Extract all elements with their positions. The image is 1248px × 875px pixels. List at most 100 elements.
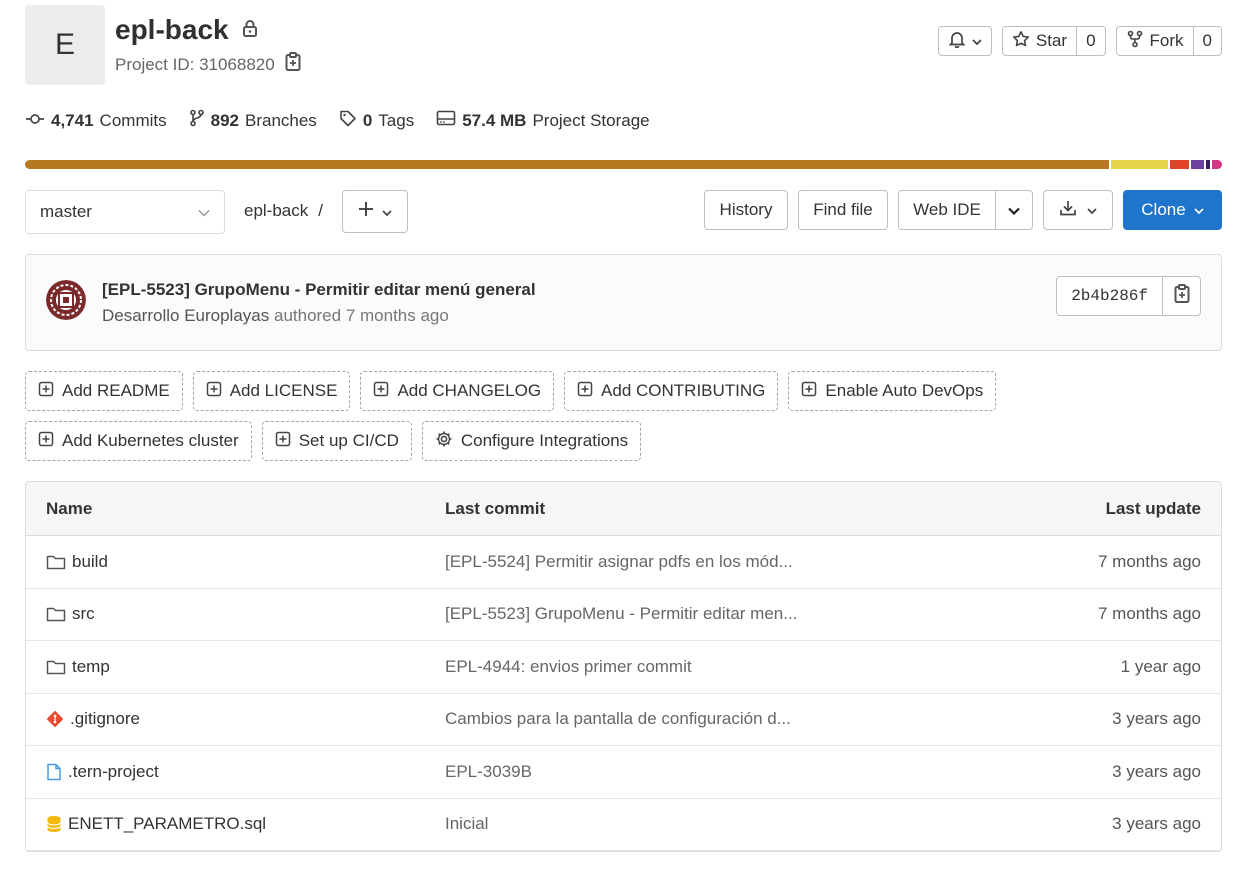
file-last-commit[interactable]: Cambios para la pantalla de configuració… [445,709,991,729]
storage-icon [436,110,456,131]
plus-square-icon [373,381,389,402]
commit-authored-time: authored 7 months ago [273,306,449,325]
project-avatar: E [25,5,105,85]
commit-author[interactable]: Desarrollo Europlayas [102,306,269,325]
branch-dropdown[interactable]: master [25,190,225,234]
action-button[interactable]: Configure Integrations [421,421,642,461]
language-segment[interactable] [1110,160,1168,169]
language-segment[interactable] [1169,160,1189,169]
project-id: Project ID: 31068820 [115,52,301,77]
clone-button[interactable]: Clone [1123,190,1222,230]
file-last-update: 7 months ago [1097,604,1201,624]
storage-stat[interactable]: 57.4 MB Project Storage [436,109,650,132]
file-name[interactable]: .gitignore [70,709,140,729]
star-button[interactable]: Star 0 [1001,26,1106,56]
web-ide-button[interactable]: Web IDE [898,190,1033,230]
plus-square-icon [577,381,593,402]
file-last-update: 3 years ago [1112,709,1201,729]
history-button[interactable]: History [704,190,788,230]
add-to-tree-button[interactable] [342,190,408,233]
file-last-commit[interactable]: [EPL-5523] GrupoMenu - Permitir editar m… [445,604,991,624]
star-count[interactable]: 0 [1076,27,1104,55]
file-name[interactable]: src [72,604,95,624]
file-name[interactable]: ENETT_PARAMETRO.sql [68,814,266,834]
language-segment[interactable] [1212,160,1222,169]
chevron-down-icon [1194,200,1204,220]
commits-stat[interactable]: 4,741 Commits [25,109,167,132]
folder-icon [46,659,66,675]
action-button[interactable]: Enable Auto DevOps [788,371,997,411]
file-tree-table: Name Last commit Last update build [EPL-5… [25,481,1222,852]
file-name-cell[interactable]: .gitignore [26,709,445,729]
chevron-down-icon [972,31,982,51]
git-icon [46,710,64,728]
web-ide-dropdown-toggle[interactable] [995,191,1032,229]
branch-icon [189,109,205,132]
language-segment[interactable] [1190,160,1204,169]
table-row[interactable]: .tern-project EPL-3039B 3 years ago [26,746,1221,799]
tags-stat[interactable]: 0 Tags [339,109,414,132]
plus-square-icon [38,381,54,402]
download-button[interactable] [1043,190,1113,230]
commit-sha[interactable]: 2b4b286f [1057,277,1162,315]
file-name[interactable]: build [72,552,108,572]
action-button[interactable]: Add LICENSE [192,371,351,411]
settings-icon [435,430,453,453]
breadcrumb-separator: / [318,201,323,220]
file-last-commit[interactable]: Inicial [445,814,991,834]
language-segment[interactable] [25,160,1109,169]
plus-square-icon [206,381,222,402]
table-row[interactable]: build [EPL-5524] Permitir asignar pdfs en… [26,536,1221,589]
table-row[interactable]: .gitignore Cambios para la pantalla de co… [26,694,1221,746]
file-name-cell[interactable]: ENETT_PARAMETRO.sql [26,814,445,834]
commit-title[interactable]: [EPL-5523] GrupoMenu - Permitir editar m… [102,280,536,300]
last-commit-panel: [EPL-5523] GrupoMenu - Permitir editar m… [25,254,1222,351]
file-name[interactable]: temp [72,657,110,677]
fork-count[interactable]: 0 [1192,27,1221,55]
breadcrumb-repo[interactable]: epl-back [244,201,308,221]
fork-button[interactable]: Fork 0 [1115,26,1222,56]
file-last-commit[interactable]: EPL-4944: envios primer commit [445,657,991,677]
copy-sha-button[interactable] [1162,277,1200,315]
chevron-down-icon [198,202,210,222]
action-button[interactable]: Add CHANGELOG [360,371,555,411]
repository-languages-bar[interactable] [25,160,1222,169]
action-button[interactable]: Add Kubernetes cluster [25,421,252,461]
folder-icon [46,606,66,622]
language-segment[interactable] [1205,160,1211,169]
tag-icon [339,109,357,132]
notifications-button[interactable] [937,26,992,56]
plus-square-icon [38,431,54,452]
file-last-update: 3 years ago [1112,814,1201,834]
action-button[interactable]: Add README [25,371,183,411]
plus-square-icon [801,381,817,402]
download-icon [1059,199,1077,222]
table-row[interactable]: temp EPL-4944: envios primer commit 1 year… [26,641,1221,694]
find-file-button[interactable]: Find file [798,190,888,230]
file-last-commit[interactable]: [EPL-5524] Permitir asignar pdfs en los … [445,552,991,572]
table-row[interactable]: src [EPL-5523] GrupoMenu - Permitir edita… [26,589,1221,641]
repository-actions: Add README Add LICENSE Add CHANGELOG Add CO… [25,371,1025,461]
file-name-cell[interactable]: temp [26,657,445,677]
author-avatar[interactable] [46,280,86,320]
file-last-update: 3 years ago [1112,761,1201,781]
branches-stat[interactable]: 892 Branches [189,109,317,132]
plus-square-icon [275,431,291,452]
file-name[interactable]: .tern-project [68,762,159,782]
file-last-commit[interactable]: EPL-3039B [445,762,991,782]
action-button[interactable]: Add CONTRIBUTING [564,371,779,411]
commit-icon [25,111,45,131]
database-icon [46,815,62,833]
file-icon [46,763,62,781]
bell-icon [948,30,966,53]
folder-icon [46,554,66,570]
star-icon [1012,30,1030,53]
table-row[interactable]: ENETT_PARAMETRO.sql Inicial 3 years ago [26,799,1221,851]
file-name-cell[interactable]: src [26,604,445,624]
copy-icon[interactable] [285,52,301,77]
action-button[interactable]: Set up CI/CD [261,421,412,461]
breadcrumb: epl-back / [244,201,323,221]
file-name-cell[interactable]: build [26,552,445,572]
file-name-cell[interactable]: .tern-project [26,762,445,782]
chevron-down-icon [1008,200,1020,220]
